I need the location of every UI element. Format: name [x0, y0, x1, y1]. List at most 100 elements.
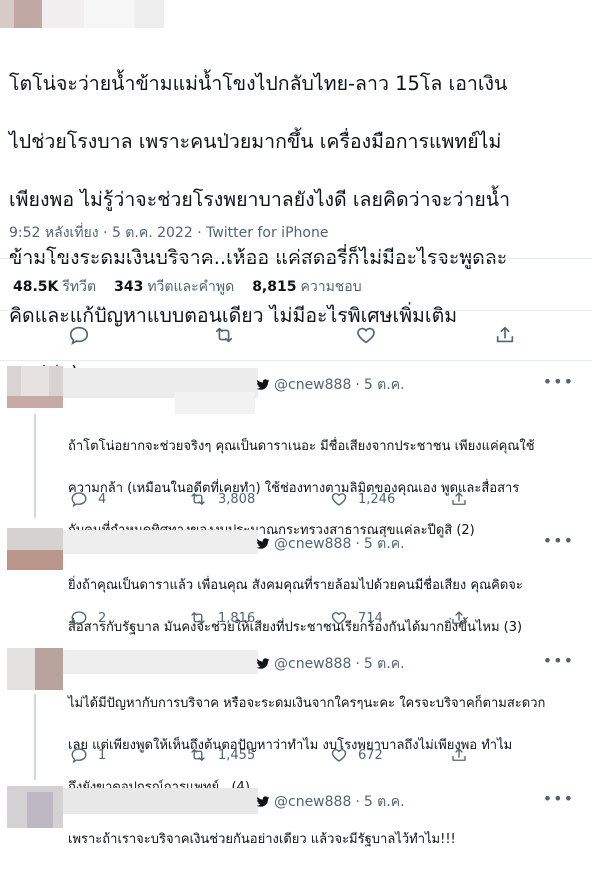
speech-bubble-icon: [71, 748, 87, 764]
tweet-stats: 48.5K รีทวีต 343 ทวีตและคำพูด 8,815 ความชอบ: [13, 276, 362, 298]
tweet-meta: 9:52 หลังเที่ยง · 5 ต.ค. 2022 · Twitter …: [9, 222, 328, 244]
twitter-bird-icon: [256, 379, 270, 390]
retweet-button[interactable]: [212, 324, 238, 348]
tweet-text-line: เพียงพอ ไม่รู้ว่าจะช่วยโรงพยาบาลยังไงดี …: [9, 188, 511, 211]
like-button[interactable]: [355, 324, 381, 348]
share-icon: [452, 748, 466, 761]
reply-count: 1: [98, 747, 107, 763]
quotes-label: ทวีตและคำพูด: [147, 279, 235, 295]
like-count: 672: [358, 747, 383, 763]
more-dots-icon[interactable]: •••: [543, 531, 574, 550]
reply-button[interactable]: 4: [70, 490, 106, 508]
blurred-username: [63, 530, 258, 554]
reply-button[interactable]: 1: [70, 746, 106, 764]
reply-header: @cnew888 · 5 ต.ค.: [256, 533, 405, 555]
retweet-count: 3,808: [218, 491, 256, 507]
reply-button[interactable]: 2: [70, 609, 106, 627]
tweet-text-line: ไปช่วยโรงบาล เพราะคนป่วยมากขึ้น เครื่องม…: [9, 130, 502, 153]
speech-bubble-icon: [71, 492, 87, 508]
retweets-count: 48.5K: [13, 279, 59, 295]
retweet-button[interactable]: 3,808: [188, 490, 255, 508]
reply-tweet[interactable]: @cnew888 · 5 ต.ค. ••• ไม่ได้มีปัญหากับกา…: [0, 640, 592, 795]
reply-text-line: เพราะถ้าเราจะบริจาคเงินช่วยกันอย่างเดียว…: [68, 832, 456, 847]
retweet-count: 1,455: [218, 747, 256, 763]
retweet-icon: [191, 493, 205, 505]
reply-text-line: ไม่ได้มีปัญหากับการบริจาค หรือจะระดมเงิน…: [68, 696, 546, 711]
tweet-date[interactable]: 5 ต.ค. 2022: [112, 225, 193, 241]
reply-header: @cnew888 · 5 ต.ค.: [256, 374, 405, 396]
retweets-stat[interactable]: 48.5K รีทวีต: [13, 276, 96, 298]
more-dots-icon[interactable]: •••: [543, 789, 574, 808]
speech-bubble-icon: [71, 611, 87, 627]
top-blurred-strip: [0, 0, 592, 32]
avatar[interactable]: [7, 786, 63, 828]
like-count: 1,246: [358, 491, 396, 507]
likes-label: ความชอบ: [300, 279, 362, 295]
reply-handle[interactable]: @cnew888: [274, 656, 351, 672]
reply-handle[interactable]: @cnew888: [274, 377, 351, 393]
retweet-icon: [191, 749, 205, 761]
reply-count: 4: [98, 491, 107, 507]
reply-text-line: ยิ่งถ้าคุณเป็นดาราแล้ว เพื่อนคุณ สังคมคุ…: [68, 578, 523, 593]
tweet-time[interactable]: 9:52 หลังเที่ยง: [9, 225, 99, 241]
share-button[interactable]: [494, 324, 520, 348]
quotes-count: 343: [114, 279, 144, 295]
share-icon: [452, 492, 466, 505]
share-icon: [452, 611, 466, 624]
meta-separator: ·: [355, 536, 360, 552]
likes-stat[interactable]: 8,815 ความชอบ: [252, 276, 361, 298]
more-dots-icon[interactable]: •••: [543, 651, 574, 670]
share-icon: [496, 326, 514, 343]
reply-button[interactable]: [68, 324, 94, 348]
thread-line: [34, 694, 36, 780]
reply-text: เพราะถ้าเราจะบริจาคเงินช่วยกันอย่างเดียว…: [68, 808, 456, 871]
thread-line: [34, 414, 36, 518]
tweet-action-bar: [0, 322, 592, 350]
meta-separator: ·: [103, 225, 112, 241]
retweet-icon: [191, 612, 205, 624]
tweet-text-line: โตโน่จะว่ายน้ำข้ามแม่น้ำโขงไปกลับไทย-ลาว…: [9, 72, 508, 95]
like-button[interactable]: 714: [330, 609, 383, 627]
retweet-icon: [215, 327, 233, 343]
more-dots-icon[interactable]: •••: [543, 372, 574, 391]
avatar[interactable]: [7, 648, 63, 690]
avatar[interactable]: [7, 366, 63, 408]
retweets-label: รีทวีต: [62, 279, 97, 295]
reply-tweet[interactable]: @cnew888 · 5 ต.ค. ••• ถ้าโตโน่อยากจะช่วย…: [0, 362, 592, 538]
retweet-button[interactable]: 1,816: [188, 609, 255, 627]
reply-count: 2: [98, 610, 107, 626]
likes-count: 8,815: [252, 279, 297, 295]
heart-icon: [331, 749, 347, 762]
share-button[interactable]: [450, 490, 468, 508]
blurred-username: [175, 392, 255, 414]
like-button[interactable]: 672: [330, 746, 383, 764]
divider: [0, 258, 592, 259]
meta-separator: ·: [355, 656, 360, 672]
reply-tweet[interactable]: @cnew888 · 5 ต.ค. ••• เพราะถ้าเราจะบริจา…: [0, 780, 592, 847]
quotes-stat[interactable]: 343 ทวีตและคำพูด: [114, 276, 234, 298]
meta-separator: ·: [355, 377, 360, 393]
like-count: 714: [358, 610, 383, 626]
reply-text-line: เลย แต่เพียงพูดให้เห็นถึงต้นตอปัญหาว่าทำ…: [68, 738, 513, 753]
retweet-button[interactable]: 1,455: [188, 746, 255, 764]
reply-handle[interactable]: @cnew888: [274, 536, 351, 552]
reply-date[interactable]: 5 ต.ค.: [364, 533, 405, 555]
tweet-source[interactable]: Twitter for iPhone: [206, 225, 328, 241]
reply-text-line: ถ้าโตโน่อยากจะช่วยจริงๆ คุณเป็นดาราเนอะ …: [68, 439, 535, 454]
twitter-bird-icon: [256, 796, 270, 807]
twitter-bird-icon: [256, 538, 270, 549]
speech-bubble-icon: [69, 326, 89, 345]
meta-separator: ·: [197, 225, 207, 241]
reply-tweet[interactable]: @cnew888 · 5 ต.ค. ••• ยิ่งถ้าคุณเป็นดารา…: [0, 520, 592, 640]
blurred-username: [63, 650, 258, 674]
share-button[interactable]: [450, 746, 468, 764]
heart-icon: [331, 612, 347, 625]
twitter-bird-icon: [256, 658, 270, 669]
divider: [0, 360, 592, 361]
share-button[interactable]: [450, 609, 468, 627]
reply-date[interactable]: 5 ต.ค.: [364, 374, 405, 396]
like-button[interactable]: 1,246: [330, 490, 395, 508]
divider: [0, 310, 592, 311]
heart-icon: [357, 327, 375, 344]
avatar[interactable]: [7, 528, 63, 570]
